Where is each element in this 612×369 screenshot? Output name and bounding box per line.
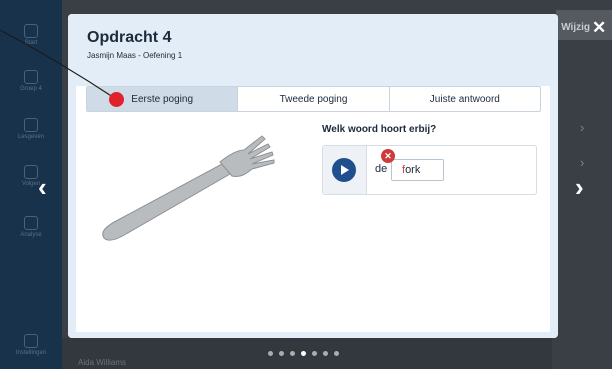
annotation-marker [109,92,124,107]
annotation-leader-line [0,29,117,100]
